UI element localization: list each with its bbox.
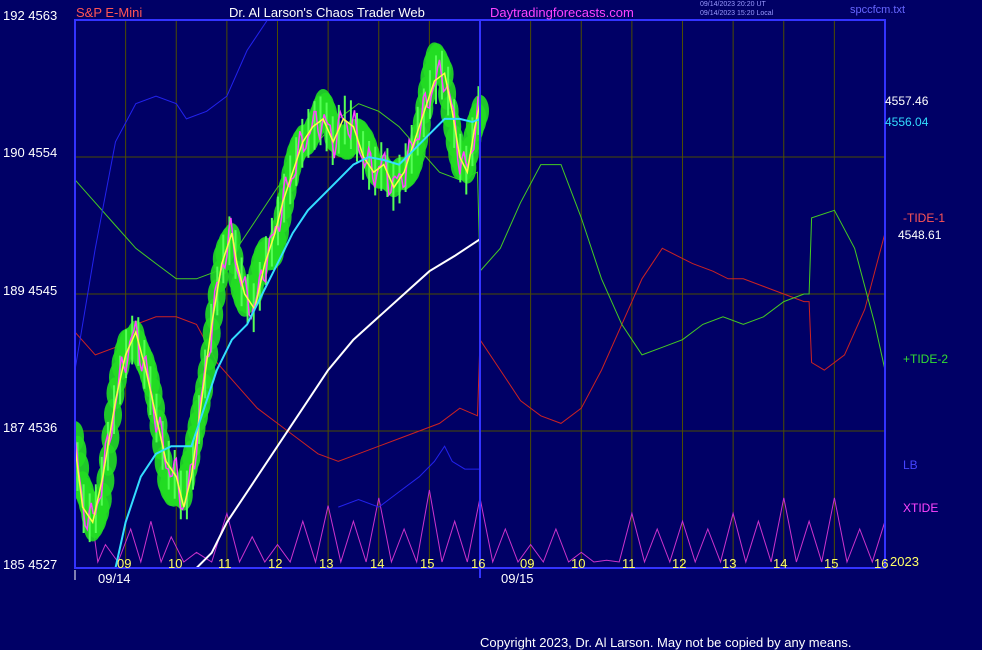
cyan-average-readout: 4556.04	[885, 115, 929, 129]
x-tick-label: 14	[773, 556, 788, 571]
x-tick-label: 09	[520, 556, 535, 571]
series-line-lb	[75, 20, 269, 371]
timestamp-local: 09/14/2023 15:20 Local	[700, 10, 774, 17]
year-label: 2023	[890, 554, 919, 569]
x-tick-label: 10	[168, 556, 183, 571]
x-tick-label: 13	[319, 556, 334, 571]
tide-minus-label: -TIDE-1	[903, 211, 945, 225]
y-tick-label: 189 4545	[3, 283, 58, 298]
copyright-notice: Copyright 2023, Dr. Al Larson. May not b…	[480, 635, 852, 650]
x-tick-label: 14	[370, 556, 385, 571]
y-tick-label: 187 4536	[3, 420, 58, 435]
chart-stage: S&P E-Mini Dr. Al Larson's Chaos Trader …	[0, 0, 982, 650]
xtide-label: XTIDE	[903, 501, 939, 515]
site-url: Daytradingforecasts.com	[490, 5, 634, 20]
date-label-day1: 09/14	[98, 571, 131, 586]
x-tick-label: 09	[117, 556, 132, 571]
price-readout: 4557.46	[885, 94, 929, 108]
site-title: Dr. Al Larson's Chaos Trader Web	[229, 5, 425, 20]
x-tick-label: 16	[471, 556, 486, 571]
x-tick-label: 11	[218, 556, 232, 571]
y-tick-label: 190 4554	[3, 145, 58, 160]
y-tick-label: 185 4527	[3, 557, 58, 572]
series-line-lb-2	[338, 445, 480, 508]
xtide-series	[89, 489, 886, 564]
x-tick-label: 15	[420, 556, 435, 571]
x-tick-label: 16	[874, 556, 889, 571]
xtide-line	[89, 489, 886, 564]
x-tick-label: 12	[268, 556, 283, 571]
y-tick-label: 192 4563	[3, 8, 58, 23]
date-label-day2: 09/15	[501, 571, 534, 586]
timestamp-ut: 09/14/2023 20:20 UT	[700, 1, 766, 8]
x-tick-label: 15	[824, 556, 839, 571]
x-tick-label: 10	[571, 556, 586, 571]
lb-label: LB	[903, 458, 918, 472]
x-tick-label: 13	[722, 556, 737, 571]
x-tick-label: 11	[622, 556, 636, 571]
data-file-name: spccfcm.txt	[850, 4, 906, 16]
x-tick-label: 12	[672, 556, 687, 571]
tide-plus-label: +TIDE-2	[903, 352, 949, 366]
instrument-title: S&P E-Mini	[76, 5, 143, 20]
chart-canvas	[74, 19, 886, 580]
white-average-readout: 4548.61	[898, 228, 942, 242]
